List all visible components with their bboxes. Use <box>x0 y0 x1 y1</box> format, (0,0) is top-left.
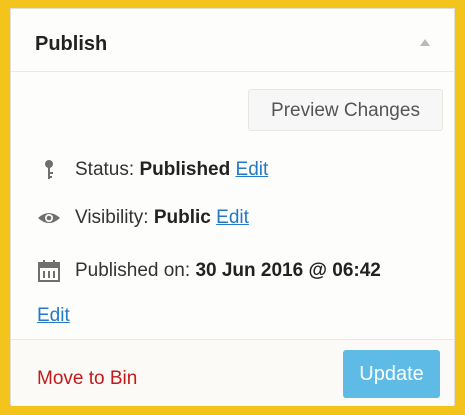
publish-panel: Publish Preview Changes Status: Publishe… <box>10 8 455 406</box>
published-edit-link[interactable]: Edit <box>37 305 70 327</box>
status-value: Published <box>139 159 231 180</box>
status-label: Status: <box>75 159 135 180</box>
eye-icon <box>37 207 61 229</box>
published-label: Published on: <box>75 260 191 281</box>
update-button[interactable]: Update <box>343 350 440 398</box>
panel-header[interactable]: Publish <box>11 9 454 72</box>
calendar-icon <box>37 260 61 282</box>
status-edit-link[interactable]: Edit <box>236 159 269 181</box>
visibility-value: Public <box>153 207 211 228</box>
visibility-label: Visibility: <box>75 207 149 228</box>
preview-changes-button[interactable]: Preview Changes <box>248 89 443 131</box>
caret-up-icon[interactable] <box>420 39 430 46</box>
key-icon <box>37 159 61 181</box>
visibility-row: Visibility: Public Edit <box>37 207 249 229</box>
move-to-bin-link[interactable]: Move to Bin <box>37 368 137 390</box>
panel-title: Publish <box>35 33 108 55</box>
panel-footer: Move to Bin Update <box>11 339 454 406</box>
published-row: Published on: 30 Jun 2016 @ 06:42 <box>37 260 381 282</box>
visibility-edit-link[interactable]: Edit <box>216 207 249 229</box>
published-value: 30 Jun 2016 @ 06:42 <box>195 260 381 281</box>
status-row: Status: Published Edit <box>37 159 268 181</box>
